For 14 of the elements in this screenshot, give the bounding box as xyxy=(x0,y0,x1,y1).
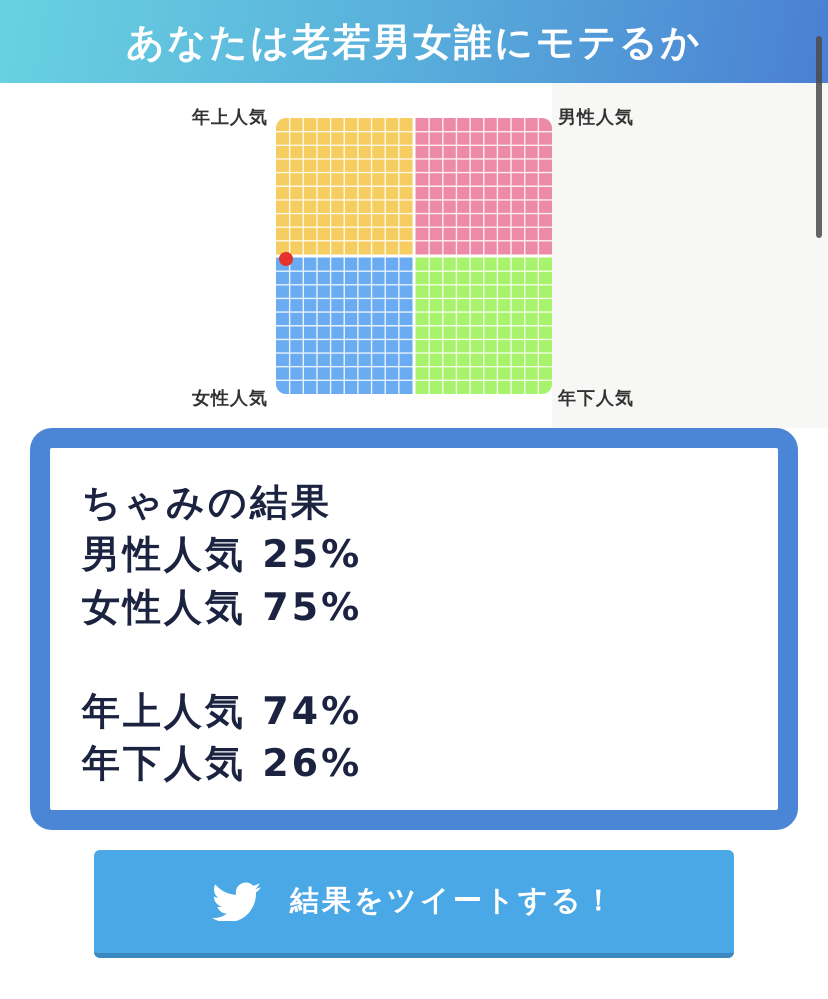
result-line: 年上人気 74% xyxy=(82,688,362,736)
bird-icon xyxy=(212,880,261,920)
position-marker-icon xyxy=(279,252,293,266)
scrollbar-thumb[interactable] xyxy=(816,36,822,238)
page-title: あなたは老若男女誰にモテるか xyxy=(126,18,702,66)
result-title: ちゃみの結果 xyxy=(82,479,332,526)
result-line: 男性人気 25% xyxy=(82,531,362,578)
axis-label: 女性人気 xyxy=(192,389,268,409)
tweet-button[interactable]: 結果をツイートする！ xyxy=(94,850,734,958)
result-line: 年下人気 26% xyxy=(82,740,362,788)
axis-label: 年下人気 xyxy=(558,389,634,409)
axis-label: 年上人気 xyxy=(192,108,268,128)
result-line: 女性人気 75% xyxy=(82,584,362,631)
axis-label: 男性人気 xyxy=(558,108,634,128)
